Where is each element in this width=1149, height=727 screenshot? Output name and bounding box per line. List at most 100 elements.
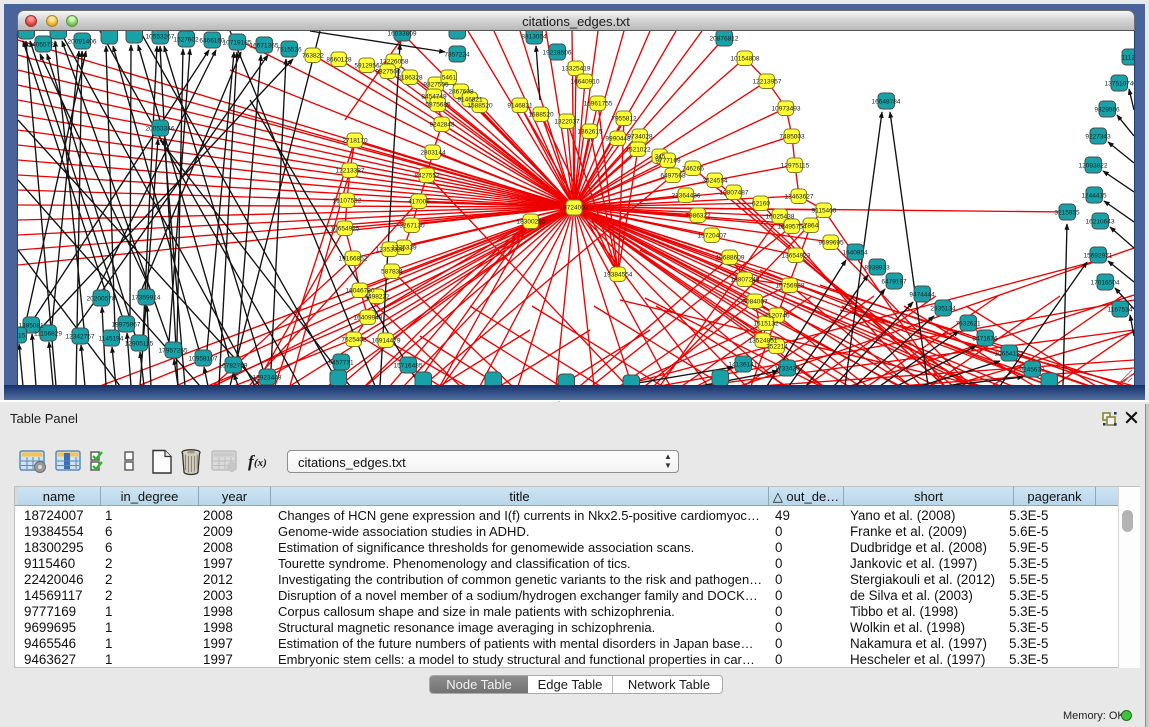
svg-text:10025438: 10025438 [766, 214, 795, 221]
svg-text:2718170: 2718170 [342, 138, 368, 145]
svg-text:9245632: 9245632 [1019, 367, 1045, 374]
svg-text:9829966: 9829966 [1094, 107, 1120, 114]
svg-text:12342757: 12342757 [66, 334, 95, 341]
svg-text:7625402: 7625402 [341, 337, 367, 344]
svg-text:7857224: 7857224 [444, 52, 470, 59]
svg-text:16782759: 16782759 [219, 363, 248, 370]
svg-text:1322037: 1322037 [554, 119, 580, 126]
svg-text:1527602: 1527602 [173, 37, 199, 44]
svg-text:9457771: 9457771 [328, 360, 354, 367]
svg-text:16409948: 16409948 [354, 315, 383, 322]
svg-text:2935134: 2935134 [930, 306, 956, 313]
svg-text:19384554: 19384554 [604, 272, 633, 279]
svg-text:1385081: 1385081 [18, 323, 44, 330]
svg-text:8454749: 8454749 [421, 94, 447, 101]
svg-text:12213387: 12213387 [336, 168, 365, 175]
svg-text:14055724: 14055724 [29, 42, 58, 49]
svg-text:16671365: 16671365 [250, 43, 279, 50]
svg-text:21364436: 21364436 [672, 193, 701, 200]
svg-text:1733426: 1733426 [774, 366, 800, 373]
svg-text:746266: 746266 [682, 166, 704, 173]
svg-text:15720407: 15720407 [698, 233, 727, 240]
svg-text:10719185: 10719185 [223, 40, 252, 47]
svg-text:13226058: 13226058 [380, 59, 409, 66]
svg-text:10553267: 10553267 [146, 34, 175, 41]
svg-text:9734028: 9734028 [627, 134, 653, 141]
svg-text:763822: 763822 [302, 53, 324, 60]
svg-text:14136141: 14136141 [729, 362, 758, 369]
svg-text:10154808: 10154808 [731, 56, 760, 63]
svg-text:7986322: 7986322 [685, 213, 711, 220]
svg-text:8471676: 8471676 [972, 336, 998, 343]
svg-text:9327505: 9327505 [423, 82, 449, 89]
svg-text:19218506: 19218506 [543, 50, 572, 57]
svg-text:12093822: 12093822 [1079, 163, 1108, 170]
svg-text:3267130: 3267130 [399, 223, 425, 230]
svg-text:(x): (x) [254, 457, 267, 469]
svg-text:10654122: 10654122 [995, 351, 1024, 358]
svg-text:7632621: 7632621 [955, 321, 981, 328]
svg-text:16640910: 16640910 [571, 79, 600, 86]
svg-text:10688609: 10688609 [716, 255, 745, 262]
svg-text:7515526: 7515526 [276, 47, 302, 54]
svg-text:16210643: 16210643 [1086, 219, 1115, 226]
svg-text:8660128: 8660128 [326, 57, 352, 64]
svg-text:4498222: 4498222 [364, 294, 390, 301]
svg-text:17359914: 17359914 [132, 295, 161, 302]
svg-text:10958107: 10958107 [189, 356, 218, 363]
svg-text:20053346: 20053346 [146, 126, 175, 133]
svg-text:5461: 5461 [442, 75, 457, 82]
svg-text:4120746: 4120746 [764, 313, 790, 320]
svg-text:8427552: 8427552 [414, 173, 440, 180]
svg-text:20091406: 20091406 [68, 39, 97, 46]
svg-text:1167534: 1167534 [1108, 307, 1133, 314]
svg-text:12353394: 12353394 [376, 247, 405, 254]
svg-text:20876812: 20876812 [710, 36, 739, 43]
svg-text:8938923: 8938923 [864, 265, 890, 272]
svg-text:18807249: 18807249 [731, 277, 760, 284]
svg-text:15716485: 15716485 [394, 363, 423, 370]
svg-text:19975867: 19975867 [112, 322, 141, 329]
svg-text:1621022: 1621022 [625, 147, 651, 154]
svg-text:1362615: 1362615 [577, 129, 603, 136]
svg-text:252214: 252214 [766, 344, 788, 351]
svg-text:13325419: 13325419 [562, 66, 591, 73]
svg-text:16033809: 16033809 [388, 31, 417, 38]
svg-text:18724007: 18724007 [560, 205, 589, 212]
svg-text:5875685: 5875685 [425, 102, 451, 109]
svg-text:9146821: 9146821 [507, 103, 533, 110]
svg-text:7864: 7864 [804, 223, 819, 230]
svg-text:12975115: 12975115 [781, 163, 810, 170]
svg-text:2803144: 2803144 [420, 150, 446, 157]
svg-text:9777169: 9777169 [655, 158, 681, 165]
svg-text:1588520: 1588520 [467, 103, 493, 110]
svg-text:16648784: 16648784 [872, 99, 901, 106]
svg-text:9084067: 9084067 [742, 299, 768, 306]
svg-text:1145194: 1145194 [99, 336, 124, 343]
svg-text:1244415: 1244415 [1081, 193, 1107, 200]
svg-text:13463627: 13463627 [785, 194, 814, 201]
svg-text:9115460: 9115460 [812, 208, 837, 215]
svg-text:9227343: 9227343 [1085, 134, 1111, 141]
svg-text:12213957: 12213957 [753, 79, 782, 86]
svg-text:9474444: 9474444 [909, 292, 935, 299]
svg-text:587834: 587834 [381, 269, 403, 276]
svg-text:9242848: 9242848 [429, 122, 455, 129]
svg-text:9699695: 9699695 [818, 240, 844, 247]
svg-text:62160: 62160 [752, 201, 770, 208]
svg-text:8186328: 8186328 [397, 75, 423, 82]
svg-text:18495754: 18495754 [778, 224, 807, 231]
svg-text:3624554: 3624554 [702, 178, 728, 185]
svg-text:10807487: 10807487 [720, 190, 749, 197]
svg-text:1588520: 1588520 [528, 112, 554, 119]
svg-text:12905115: 12905115 [125, 341, 154, 348]
svg-text:20200578: 20200578 [87, 296, 116, 303]
svg-text:8813054: 8813054 [521, 34, 547, 41]
svg-text:13654923: 13654923 [782, 253, 811, 260]
svg-text:10973493: 10973493 [772, 106, 801, 113]
svg-text:3915: 3915 [18, 333, 26, 340]
svg-text:17016504: 17016504 [1091, 280, 1120, 287]
svg-text:6497568: 6497568 [660, 173, 686, 180]
svg-text:18300295: 18300295 [517, 219, 546, 226]
svg-text:16107512: 16107512 [333, 198, 362, 205]
